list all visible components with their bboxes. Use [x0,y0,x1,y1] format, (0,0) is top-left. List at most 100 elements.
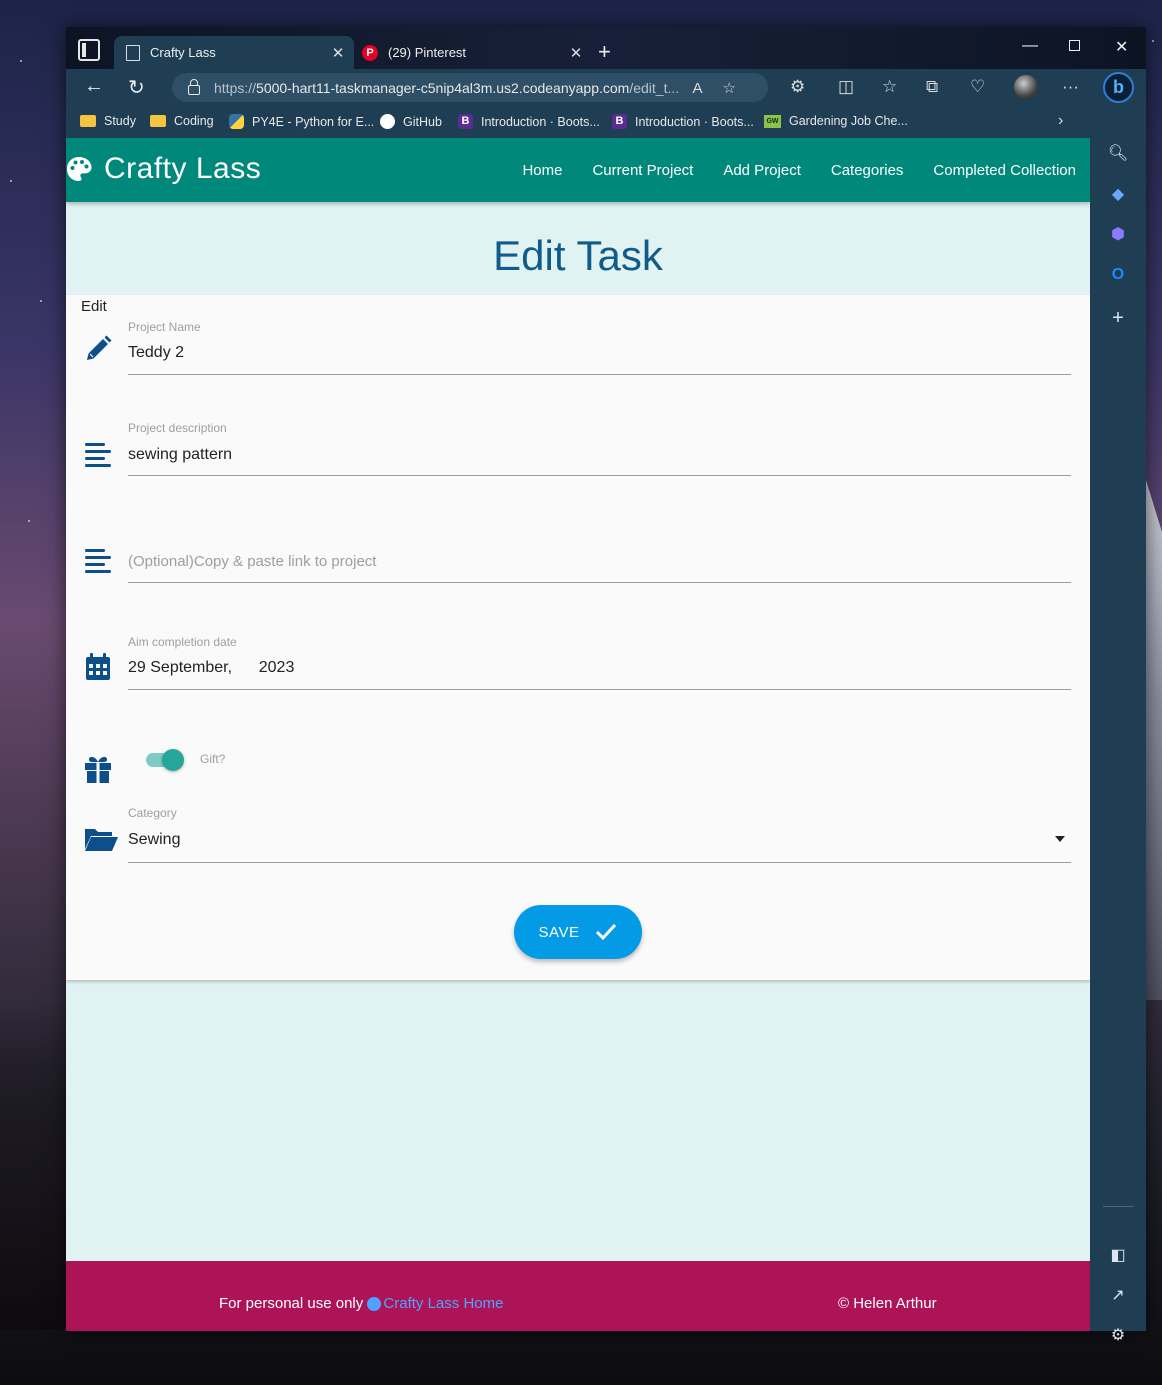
bookmark-github[interactable]: GitHub [380,114,442,129]
tab-title: Crafty Lass [150,45,216,60]
outlook-icon[interactable]: O [1107,264,1129,286]
bookmark-bootstrap-1[interactable]: B Introduction · Boots... [458,114,600,129]
nav-add-project[interactable]: Add Project [723,162,801,179]
pinterest-icon: P [362,44,378,61]
extensions-icon[interactable]: ⚙ [790,77,805,97]
toolbar: ← ↻ https://5000-hart11-taskmanager-c5ni… [66,69,1146,106]
main-menu: Home Current Project Add Project Categor… [522,162,1076,179]
completion-date-input[interactable]: 29 September, 2023 [128,659,294,677]
more-icon[interactable]: ··· [1062,77,1079,97]
nav-completed-collection[interactable]: Completed Collection [933,162,1076,179]
toggle-knob [162,749,184,771]
align-left-icon [85,443,111,467]
pencil-icon [87,335,112,360]
brand-name: Crafty Lass [104,152,262,185]
edit-form-card: Edit Project Name Teddy 2 Project descri… [66,295,1090,980]
performance-icon[interactable]: ♡ [970,77,985,97]
project-name-label: Project Name [128,320,201,334]
save-button[interactable]: SAVE [514,905,642,959]
url-path: /edit_t... [629,79,680,96]
completion-date-label: Aim completion date [128,635,237,649]
calendar-icon [86,653,110,680]
bookmark-coding[interactable]: Coding [150,114,214,128]
gift-icon [85,756,111,783]
nav-categories[interactable]: Categories [831,162,904,179]
window-close-icon[interactable]: ✕ [1115,37,1128,57]
tab-crafty-lass[interactable]: Crafty Lass ✕ [114,36,354,69]
edge-sidebar: 🔍︎ ◆ ⬢ O + ◧ ↗ ⚙ [1090,106,1146,1344]
divider [1103,1206,1133,1207]
page-icon [126,44,140,61]
project-link-input[interactable]: (Optional)Copy & paste link to project [128,553,376,570]
project-name-input[interactable]: Teddy 2 [128,344,184,362]
brand-logo[interactable]: Crafty Lass [66,152,261,186]
footer-text: For personal use only [219,1295,364,1312]
chevron-right-icon[interactable]: › [1058,112,1063,130]
tag-icon[interactable]: ◆ [1107,184,1129,206]
lock-icon [188,78,200,95]
bookmark-study[interactable]: Study [80,114,136,128]
profile-avatar[interactable] [1014,75,1038,99]
project-description-input[interactable]: sewing pattern [128,446,232,464]
bookmark-gardening[interactable]: GW Gardening Job Che... [764,114,908,128]
address-bar[interactable]: https://5000-hart11-taskmanager-c5nip4al… [172,73,768,102]
bootstrap-icon: B [458,114,473,129]
footer-home-link[interactable]: Crafty Lass Home [367,1295,503,1312]
nav-current-project[interactable]: Current Project [592,162,693,179]
project-name-field[interactable]: Project Name Teddy 2 [128,320,1071,375]
copyright: © Helen Arthur [838,1295,937,1312]
url-host: 5000-hart11-taskmanager-c5nip4al3m.us2.c… [256,79,630,96]
close-tab-icon[interactable]: ✕ [566,44,586,62]
palette-icon [367,1296,382,1311]
tab-pinterest[interactable]: P (29) Pinterest ✕ [356,36,592,69]
sidebar-toggle-icon[interactable]: ◧ [1107,1245,1129,1267]
copilot-app-icon[interactable]: ⬢ [1107,224,1129,246]
page-title: Edit Task [493,232,663,279]
workspaces-icon[interactable] [78,39,100,61]
page-viewport: Crafty Lass Home Current Project Add Pro… [66,138,1090,1331]
python-icon [229,114,244,129]
external-link-icon[interactable]: ↗ [1107,1285,1129,1307]
palette-icon [67,157,92,181]
completion-date-field[interactable]: Aim completion date 29 September, 2023 [128,635,1071,690]
form-section-label: Edit [81,298,107,315]
project-description-label: Project description [128,421,227,435]
copilot-icon[interactable]: b [1103,72,1134,103]
save-label: SAVE [538,923,580,941]
github-icon [380,114,395,129]
collections-icon[interactable]: ⧉ [926,77,938,97]
bookmark-py4e[interactable]: PY4E - Python for E... [229,114,374,129]
category-label: Category [128,806,177,820]
bookmark-bootstrap-2[interactable]: B Introduction · Boots... [612,114,754,129]
project-description-field[interactable]: Project description sewing pattern [128,421,1071,476]
back-icon[interactable]: ← [84,75,104,98]
category-select[interactable]: Category Sewing [128,806,1071,863]
gift-label: Gift? [200,752,226,766]
search-icon[interactable]: 🔍︎ [1107,143,1129,165]
minimize-icon[interactable]: — [1022,37,1038,55]
trees-decor [0,1000,66,1330]
tab-strip: Crafty Lass ✕ P (29) Pinterest ✕ + — ✕ [66,27,1146,69]
new-tab-icon[interactable]: + [598,39,611,65]
close-tab-icon[interactable]: ✕ [328,44,348,62]
align-left-icon [85,549,111,573]
dropdown-caret-icon[interactable] [1055,836,1065,842]
navbar: Crafty Lass Home Current Project Add Pro… [66,138,1090,202]
project-link-field[interactable]: (Optional)Copy & paste link to project [128,545,1071,583]
nav-home[interactable]: Home [522,162,562,179]
checkmark-icon [596,923,617,941]
gift-toggle[interactable] [146,749,184,771]
folder-icon [80,115,96,127]
refresh-icon[interactable]: ↻ [128,75,145,100]
add-icon[interactable]: + [1107,307,1129,329]
category-value[interactable]: Sewing [128,831,180,849]
favorites-icon[interactable]: ☆ [882,77,897,97]
split-screen-icon[interactable]: ◫ [838,77,854,97]
url-protocol: https:// [214,79,257,96]
gw-icon: GW [764,114,781,128]
bootstrap-icon: B [612,114,627,129]
maximize-icon[interactable] [1069,40,1080,51]
settings-gear-icon[interactable]: ⚙ [1107,1325,1129,1347]
bookmarks-bar: Study Coding PY4E - Python for E... GitH… [66,106,1090,138]
read-aloud-favorite-icons[interactable]: A☆ [693,79,756,97]
